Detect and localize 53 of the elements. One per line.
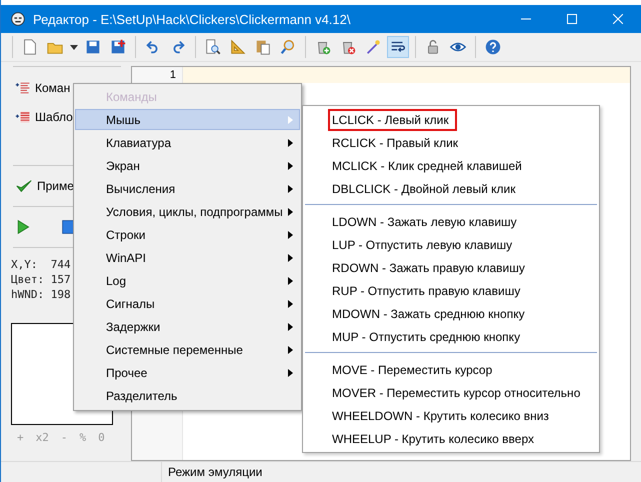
menu-item[interactable]: WHEELUP - Крутить колесико вверх [330,430,540,448]
close-icon [613,14,623,24]
magnifier-page-icon [204,38,222,56]
play-icon [15,219,31,235]
menu-item[interactable]: WinAPI [75,247,300,268]
menu-item[interactable]: Клавиатура [75,132,300,153]
menu-item[interactable]: DBLCLICK - Двойной левый клик [330,180,522,198]
menu-item[interactable]: WHEELDOWN - Крутить колесико вниз [330,406,555,424]
window-title: Редактор - E:\SetUp\Hack\Clickers\Clickermann v4.12\ [33,12,352,26]
menu-item[interactable]: MDOWN - Зажать среднюю кнопку [330,304,531,322]
wrap-text-button[interactable] [387,36,409,58]
menu-item[interactable]: Прочее [75,362,300,383]
readout-text: X,Y: 744 [11,258,71,271]
readout-text: hWND: 198 [11,288,71,301]
floppy-icon [84,38,102,56]
menu-item[interactable]: LDOWN - Зажать левую клавишу [330,212,523,230]
menu-item[interactable]: Экран [75,155,300,176]
apply-button[interactable]: Приме [37,179,74,193]
menu-item[interactable]: LCLICK - Левый клик [330,110,455,128]
search-icon [279,38,297,56]
caret-icon [70,44,78,50]
menu-item[interactable]: RDOWN - Зажать правую клавишу [330,258,531,276]
menu-item[interactable]: MUP - Отпустить среднюю кнопку [330,328,526,346]
list-icon [15,108,31,124]
menu-item[interactable]: MOVE - Переместить курсор [330,360,498,378]
menu-item[interactable]: MCLICK - Клик средней клавишей [330,156,528,174]
wand-icon [364,38,382,56]
triangle-ruler-icon [229,38,247,56]
menu-item[interactable]: Мышь [75,109,300,130]
menu-item[interactable]: RUP - Отпустить правую клавишу [330,282,526,300]
menu-item[interactable]: Разделитель [75,385,300,406]
readout-text: Цвет: 157 [11,273,71,286]
list-icon [15,80,31,96]
menu-item[interactable]: Условия, циклы, подпрограммы [75,201,300,222]
floppy-icon [109,38,127,56]
line-number: 1 [170,69,176,81]
menu-item[interactable]: Вычисления [75,178,300,199]
menu-item[interactable]: MOVER - Переместить курсор относительно [330,384,586,402]
clipboard-icon [254,38,272,56]
menu-item[interactable]: Задержки [75,316,300,337]
page-icon [21,38,39,56]
menu-item[interactable]: Log [75,270,300,291]
menu-item[interactable]: RCLICK - Правый клик [330,134,464,152]
sidebar-item[interactable]: Шабло [35,110,73,124]
help-icon [484,38,502,56]
sidebar-item[interactable]: Коман [35,80,70,94]
status-text: Режим эмуляции [167,464,262,481]
maximize-icon [567,14,577,24]
menu-item[interactable]: Системные переменные [75,339,300,360]
app-icon [9,10,27,28]
menu-item[interactable]: Сигналы [75,293,300,314]
menu-item[interactable]: Строки [75,224,300,245]
menu-item[interactable]: LUP - Отпустить левую клавишу [330,236,518,254]
